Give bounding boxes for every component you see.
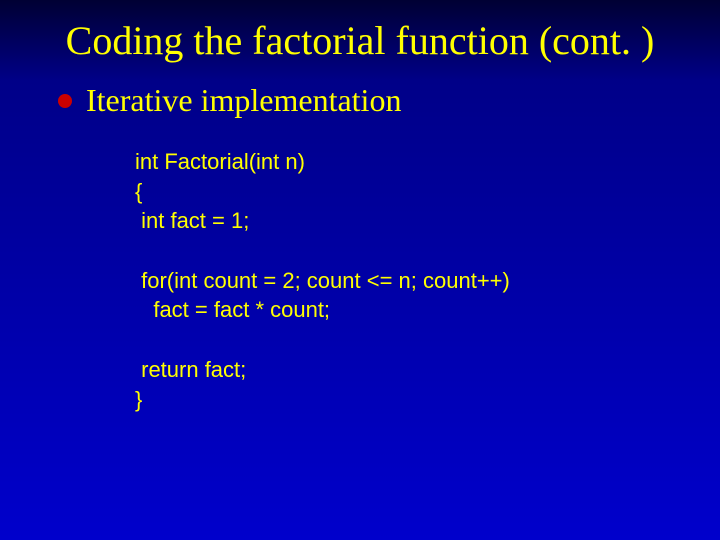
bullet-text: Iterative implementation xyxy=(86,82,401,119)
bullet-item: Iterative implementation xyxy=(58,82,680,119)
slide-title: Coding the factorial function (cont. ) xyxy=(40,18,680,64)
code-block: int Factorial(int n) { int fact = 1; for… xyxy=(135,147,680,414)
bullet-icon xyxy=(58,94,72,108)
